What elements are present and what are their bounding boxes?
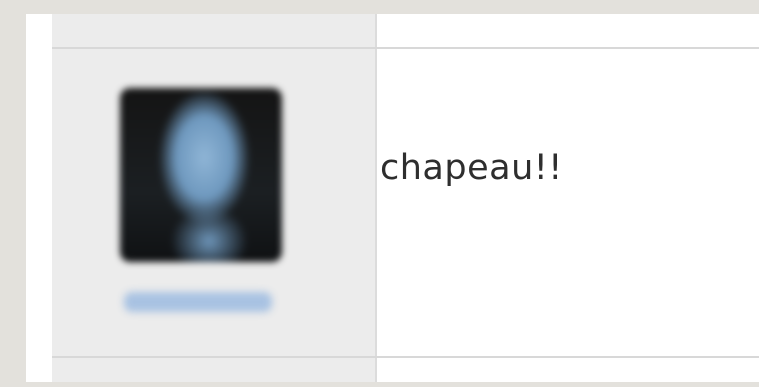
- author-username-link[interactable]: [124, 292, 272, 312]
- user-avatar-icon[interactable]: [120, 88, 282, 262]
- post-message-text: chapeau!!: [380, 148, 563, 188]
- post-bottom-divider: [52, 356, 759, 358]
- forum-post: chapeau!!: [26, 14, 759, 382]
- post-top-divider: [52, 47, 759, 49]
